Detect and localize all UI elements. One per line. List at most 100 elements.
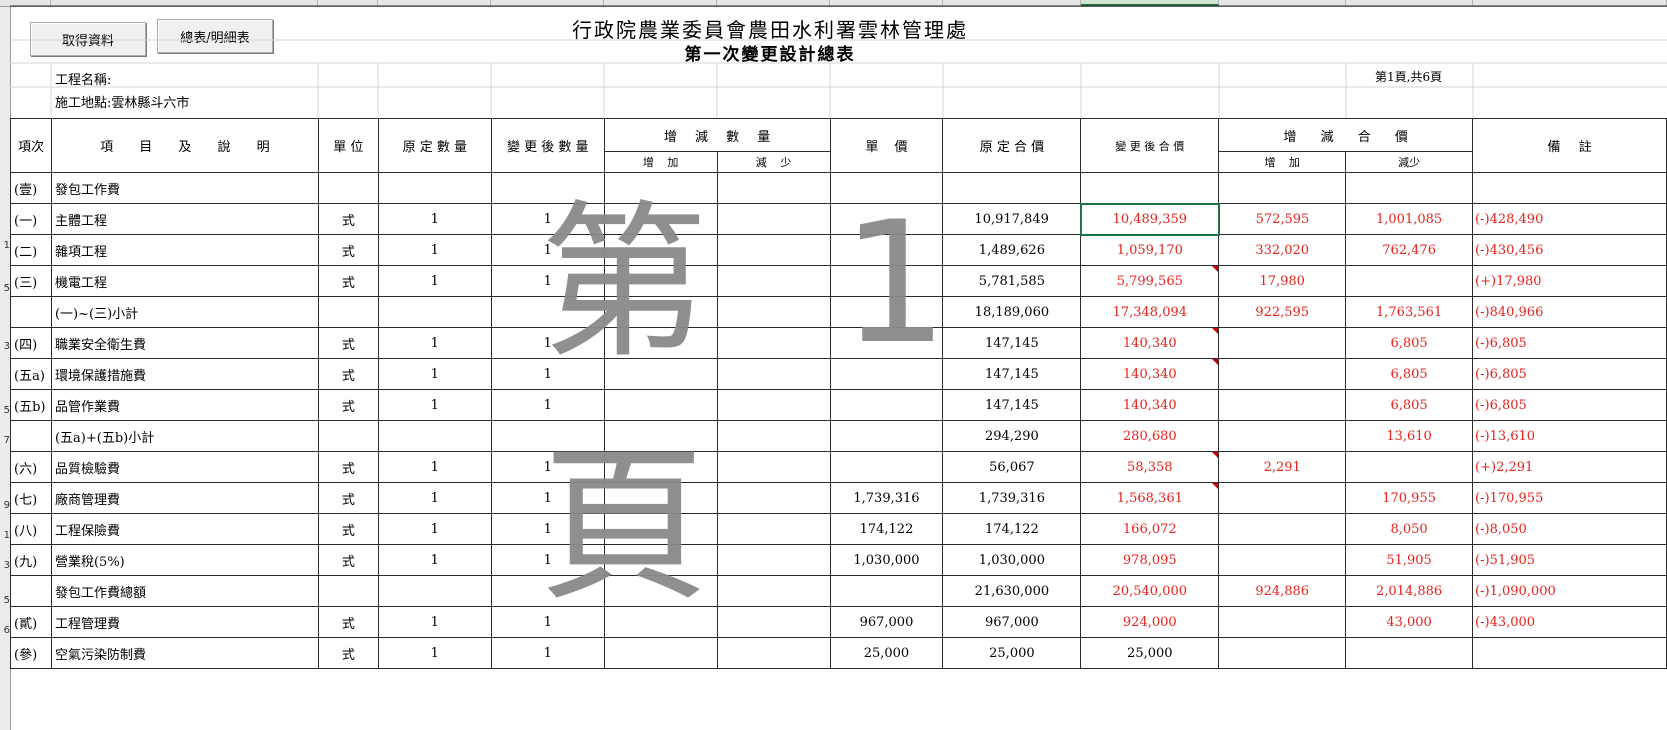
column-header-L[interactable] [1346,0,1473,6]
item-code-cell[interactable]: (九) [10,544,52,576]
description-cell[interactable]: (一)~(三)小計 [50,296,319,328]
row-header-number[interactable]: 3 [0,341,10,353]
unit-price-cell[interactable]: 25,000 [829,637,944,669]
quantity-subtract-cell[interactable] [716,203,831,235]
new-total-cell[interactable]: 17,348,094 [1080,296,1220,328]
unit-cell[interactable]: 式 [317,389,379,421]
original-quantity-cell[interactable] [377,296,492,328]
summary-detail-button[interactable]: 總表/明細表 [157,19,273,53]
quantity-add-cell[interactable] [603,234,718,266]
item-code-cell[interactable]: (七) [10,482,52,514]
row-header-number[interactable]: 3 [0,560,10,572]
unit-price-cell[interactable] [829,575,944,607]
new-total-cell[interactable]: 10,489,359 [1079,202,1220,236]
new-total-cell[interactable]: 20,540,000 [1080,575,1220,607]
unit-price-cell[interactable] [829,358,944,390]
new-quantity-cell[interactable] [490,172,605,204]
original-total-cell[interactable] [942,172,1082,204]
original-quantity-cell[interactable]: 1 [377,513,492,545]
item-code-cell[interactable] [10,296,52,328]
fetch-data-button[interactable]: 取得資料 [30,22,146,56]
unit-cell[interactable] [317,575,379,607]
quantity-subtract-cell[interactable] [716,420,831,452]
new-total-cell[interactable]: 166,072 [1080,513,1220,545]
description-cell[interactable]: 品質檢驗費 [50,451,319,483]
total-subtract-cell[interactable]: 2,014,886 [1345,575,1474,607]
total-add-cell[interactable] [1218,420,1347,452]
quantity-subtract-cell[interactable] [716,637,831,669]
quantity-subtract-cell[interactable] [716,389,831,421]
total-subtract-cell[interactable]: 6,805 [1345,389,1474,421]
new-quantity-cell[interactable] [490,420,605,452]
quantity-subtract-cell[interactable] [716,172,831,204]
quantity-add-cell[interactable] [603,358,718,390]
row-header-number[interactable]: 6 [0,625,10,637]
description-cell[interactable]: 營業稅(5%) [50,544,319,576]
column-header-K[interactable] [1219,0,1346,6]
total-add-cell[interactable] [1218,606,1347,638]
unit-cell[interactable]: 式 [317,358,379,390]
description-cell[interactable]: 雜項工程 [50,234,319,266]
total-add-cell[interactable] [1218,327,1347,359]
total-add-cell[interactable]: 572,595 [1218,203,1347,235]
column-header-H[interactable] [830,0,943,6]
column-header-C[interactable] [318,0,378,6]
original-total-cell[interactable]: 1,489,626 [942,234,1082,266]
column-header-B[interactable] [51,0,318,6]
quantity-add-cell[interactable] [603,327,718,359]
original-total-cell[interactable]: 21,630,000 [942,575,1082,607]
new-quantity-cell[interactable] [490,575,605,607]
quantity-subtract-cell[interactable] [716,606,831,638]
total-add-cell[interactable] [1218,482,1347,514]
item-code-cell[interactable]: (二) [10,234,52,266]
row-header-number[interactable]: 5 [0,595,10,607]
new-quantity-cell[interactable]: 1 [490,451,605,483]
new-total-cell[interactable]: 978,095 [1080,544,1220,576]
original-total-cell[interactable]: 147,145 [942,327,1082,359]
quantity-subtract-cell[interactable] [716,265,831,297]
new-total-cell[interactable]: 1,568,361 [1080,482,1220,514]
new-quantity-cell[interactable] [490,296,605,328]
row-header-number[interactable]: 5 [0,405,10,417]
original-quantity-cell[interactable]: 1 [377,358,492,390]
original-total-cell[interactable]: 967,000 [942,606,1082,638]
quantity-add-cell[interactable] [603,296,718,328]
new-quantity-cell[interactable]: 1 [490,358,605,390]
new-quantity-cell[interactable]: 1 [490,482,605,514]
total-subtract-cell[interactable]: 43,000 [1345,606,1474,638]
quantity-add-cell[interactable] [603,637,718,669]
new-total-cell[interactable]: 280,680 [1080,420,1220,452]
remark-cell[interactable]: (-)51,905 [1472,544,1667,576]
item-code-cell[interactable]: (八) [10,513,52,545]
remark-cell[interactable]: (-)428,490 [1472,203,1667,235]
total-add-cell[interactable] [1218,389,1347,421]
remark-cell[interactable]: (-)170,955 [1472,482,1667,514]
total-subtract-cell[interactable]: 1,763,561 [1345,296,1474,328]
total-add-cell[interactable]: 2,291 [1218,451,1347,483]
unit-cell[interactable] [317,296,379,328]
description-cell[interactable]: 發包工作費 [50,172,319,204]
remark-cell[interactable]: (+)2,291 [1472,451,1667,483]
new-quantity-cell[interactable]: 1 [490,327,605,359]
column-header-I[interactable] [943,0,1081,6]
remark-cell[interactable]: (-)43,000 [1472,606,1667,638]
original-total-cell[interactable]: 147,145 [942,389,1082,421]
quantity-subtract-cell[interactable] [716,513,831,545]
unit-cell[interactable]: 式 [317,544,379,576]
original-total-cell[interactable]: 174,122 [942,513,1082,545]
unit-price-cell[interactable] [829,327,944,359]
total-subtract-cell[interactable]: 762,476 [1345,234,1474,266]
original-quantity-cell[interactable]: 1 [377,265,492,297]
remark-cell[interactable]: (-)430,456 [1472,234,1667,266]
column-header-E[interactable] [491,0,604,6]
unit-price-cell[interactable]: 1,739,316 [829,482,944,514]
quantity-add-cell[interactable] [603,544,718,576]
quantity-subtract-cell[interactable] [716,451,831,483]
description-cell[interactable]: 工程保險費 [50,513,319,545]
new-quantity-cell[interactable]: 1 [490,513,605,545]
new-quantity-cell[interactable]: 1 [490,606,605,638]
new-total-cell[interactable]: 5,799,565 [1080,265,1220,297]
total-add-cell[interactable] [1218,637,1347,669]
unit-cell[interactable]: 式 [317,203,379,235]
quantity-subtract-cell[interactable] [716,296,831,328]
